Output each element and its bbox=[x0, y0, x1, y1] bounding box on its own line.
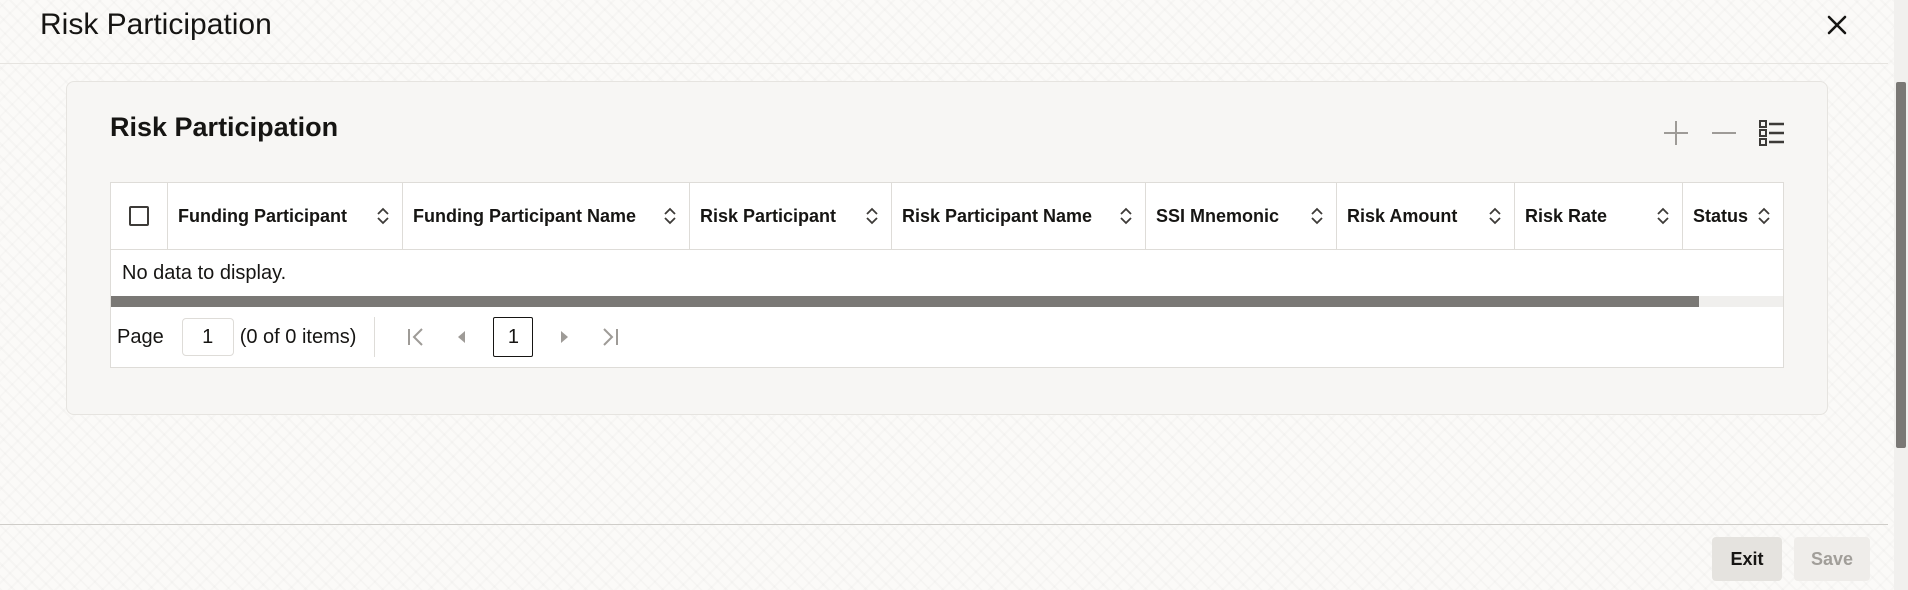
select-all-checkbox[interactable] bbox=[129, 206, 149, 226]
sort-icon[interactable] bbox=[663, 207, 677, 225]
risk-participation-grid: Funding Participant Funding Participant … bbox=[110, 182, 1784, 368]
column-label: Status bbox=[1693, 205, 1749, 226]
column-header-risk-rate[interactable]: Risk Rate bbox=[1515, 183, 1683, 249]
plus-icon bbox=[1664, 121, 1688, 145]
panel-title: Risk Participation bbox=[110, 112, 339, 142]
column-list-icon bbox=[1759, 120, 1784, 146]
add-row-button[interactable] bbox=[1661, 118, 1691, 148]
page-label: Page bbox=[117, 325, 164, 348]
column-header-ssi-mnemonic[interactable]: SSI Mnemonic bbox=[1146, 183, 1337, 249]
column-label: Funding Participant bbox=[178, 205, 347, 226]
window-title: Risk Participation bbox=[40, 8, 272, 41]
column-label: Funding Participant Name bbox=[413, 205, 637, 226]
pager-divider bbox=[374, 317, 376, 357]
header-select-all bbox=[111, 183, 168, 249]
close-button[interactable] bbox=[1822, 10, 1852, 40]
vertical-scrollbar[interactable] bbox=[1894, 0, 1908, 590]
column-picker-button[interactable] bbox=[1757, 118, 1787, 148]
current-page-button[interactable]: 1 bbox=[493, 317, 534, 357]
footer-divider bbox=[0, 524, 1888, 525]
column-header-risk-participant[interactable]: Risk Participant bbox=[690, 183, 892, 249]
next-page-button[interactable] bbox=[549, 322, 579, 352]
sort-icon[interactable] bbox=[1488, 207, 1502, 225]
first-page-icon bbox=[408, 328, 424, 346]
column-header-funding-participant[interactable]: Funding Participant bbox=[168, 183, 403, 249]
column-header-risk-amount[interactable]: Risk Amount bbox=[1337, 183, 1515, 249]
pagination-bar: Page 1 (0 of 0 items) 1 bbox=[111, 307, 1783, 367]
previous-page-button[interactable] bbox=[447, 322, 477, 352]
column-label: Risk Rate bbox=[1525, 205, 1608, 226]
save-button[interactable]: Save bbox=[1794, 537, 1870, 581]
sort-icon[interactable] bbox=[1310, 207, 1324, 225]
sort-icon[interactable] bbox=[1656, 207, 1670, 225]
close-icon bbox=[1827, 15, 1847, 35]
grid-header: Funding Participant Funding Participant … bbox=[111, 183, 1783, 250]
sort-icon[interactable] bbox=[865, 207, 879, 225]
risk-participation-panel: Risk Participation Funding Participant F… bbox=[66, 81, 1828, 415]
last-page-icon bbox=[603, 328, 619, 346]
page-number-input[interactable]: 1 bbox=[181, 318, 234, 356]
sort-icon[interactable] bbox=[1119, 207, 1133, 225]
vertical-scrollbar-thumb[interactable] bbox=[1896, 82, 1906, 448]
column-label: Risk Participant bbox=[700, 205, 837, 226]
column-header-status[interactable]: Status bbox=[1683, 183, 1783, 249]
last-page-button[interactable] bbox=[595, 322, 625, 352]
column-header-risk-participant-name[interactable]: Risk Participant Name bbox=[892, 183, 1146, 249]
previous-page-icon bbox=[458, 331, 466, 343]
grid-toolbar bbox=[1661, 118, 1787, 148]
horizontal-scrollbar[interactable] bbox=[111, 296, 1783, 307]
delete-row-button[interactable] bbox=[1709, 118, 1739, 148]
items-count: (0 of 0 items) bbox=[239, 325, 357, 348]
next-page-icon bbox=[561, 331, 569, 343]
column-label: Risk Amount bbox=[1347, 205, 1458, 226]
sort-icon[interactable] bbox=[1757, 207, 1771, 225]
minus-icon bbox=[1712, 132, 1736, 134]
horizontal-scrollbar-thumb[interactable] bbox=[111, 296, 1699, 307]
sort-icon[interactable] bbox=[376, 207, 390, 225]
column-label: SSI Mnemonic bbox=[1156, 205, 1280, 226]
title-divider bbox=[0, 63, 1888, 64]
column-header-funding-participant-name[interactable]: Funding Participant Name bbox=[403, 183, 690, 249]
exit-button[interactable]: Exit bbox=[1712, 537, 1782, 581]
column-label: Risk Participant Name bbox=[902, 205, 1093, 226]
first-page-button[interactable] bbox=[401, 322, 431, 352]
empty-message: No data to display. bbox=[122, 261, 287, 284]
